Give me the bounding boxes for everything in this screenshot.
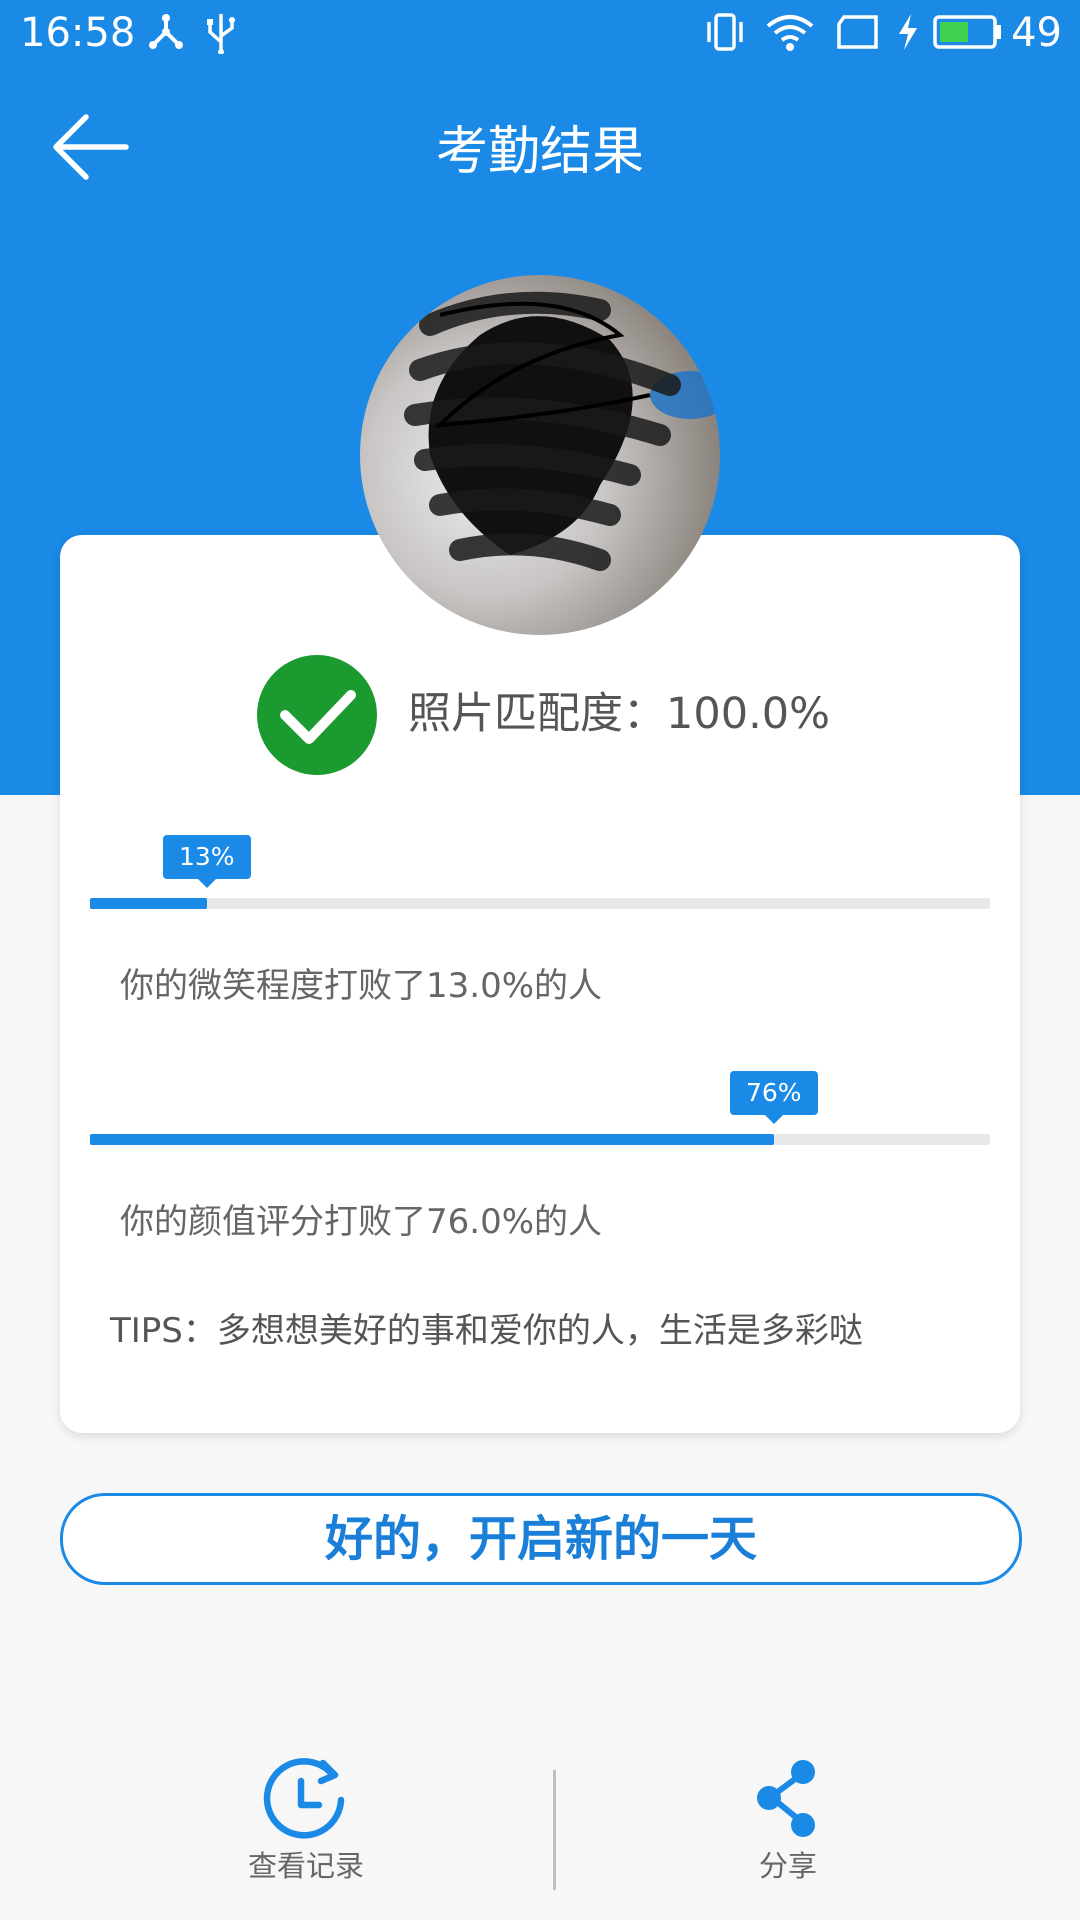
vibrate-icon xyxy=(707,13,743,51)
usb-icon xyxy=(207,14,235,54)
smile-progress-fill xyxy=(90,898,207,909)
share-label: 分享 xyxy=(758,1849,817,1883)
appearance-progress-tip: 76% xyxy=(730,1071,818,1124)
status-bar: 16:58 49 xyxy=(0,0,1080,66)
battery-level: 49 xyxy=(1011,10,1062,56)
photo-match-score: 照片匹配度：100.0% xyxy=(408,689,830,739)
appearance-result-text: 你的颜值评分打败了76.0%的人 xyxy=(120,1202,603,1242)
tips-text: TIPS：多想想美好的事和爱你的人，生活是多彩哒 xyxy=(110,1311,863,1351)
match-row: 照片匹配度：100.0% xyxy=(60,655,1020,775)
bottom-divider xyxy=(553,1770,556,1890)
battery-icon xyxy=(933,15,1001,49)
tablet-icon xyxy=(837,15,878,49)
avatar xyxy=(360,275,720,635)
view-history-button[interactable]: 查看记录 xyxy=(206,1755,406,1895)
wifi-icon xyxy=(766,15,814,51)
smile-result-text: 你的微笑程度打败了13.0%的人 xyxy=(120,966,603,1006)
charging-icon xyxy=(899,14,917,50)
clock-history-icon xyxy=(263,1758,345,1839)
smile-progress-bar xyxy=(90,898,990,909)
appearance-progress-bar xyxy=(90,1134,990,1145)
checkmark-icon xyxy=(257,655,377,775)
start-new-day-button[interactable]: 好的，开启新的一天 xyxy=(60,1493,1022,1585)
smile-progress-tip: 13% xyxy=(163,835,251,888)
status-time: 16:58 xyxy=(20,10,136,56)
share-button[interactable]: 分享 xyxy=(688,1755,888,1895)
appearance-progress-fill xyxy=(90,1134,774,1145)
result-card: 照片匹配度：100.0% 13% 你的微笑程度打败了13.0%的人 76% 你的… xyxy=(60,535,1020,1433)
share-icon xyxy=(757,1760,815,1837)
share-nodes-icon xyxy=(149,14,183,49)
avatar-photo xyxy=(404,291,720,571)
view-history-label: 查看记录 xyxy=(247,1849,364,1883)
page-title: 考勤结果 xyxy=(435,122,644,182)
